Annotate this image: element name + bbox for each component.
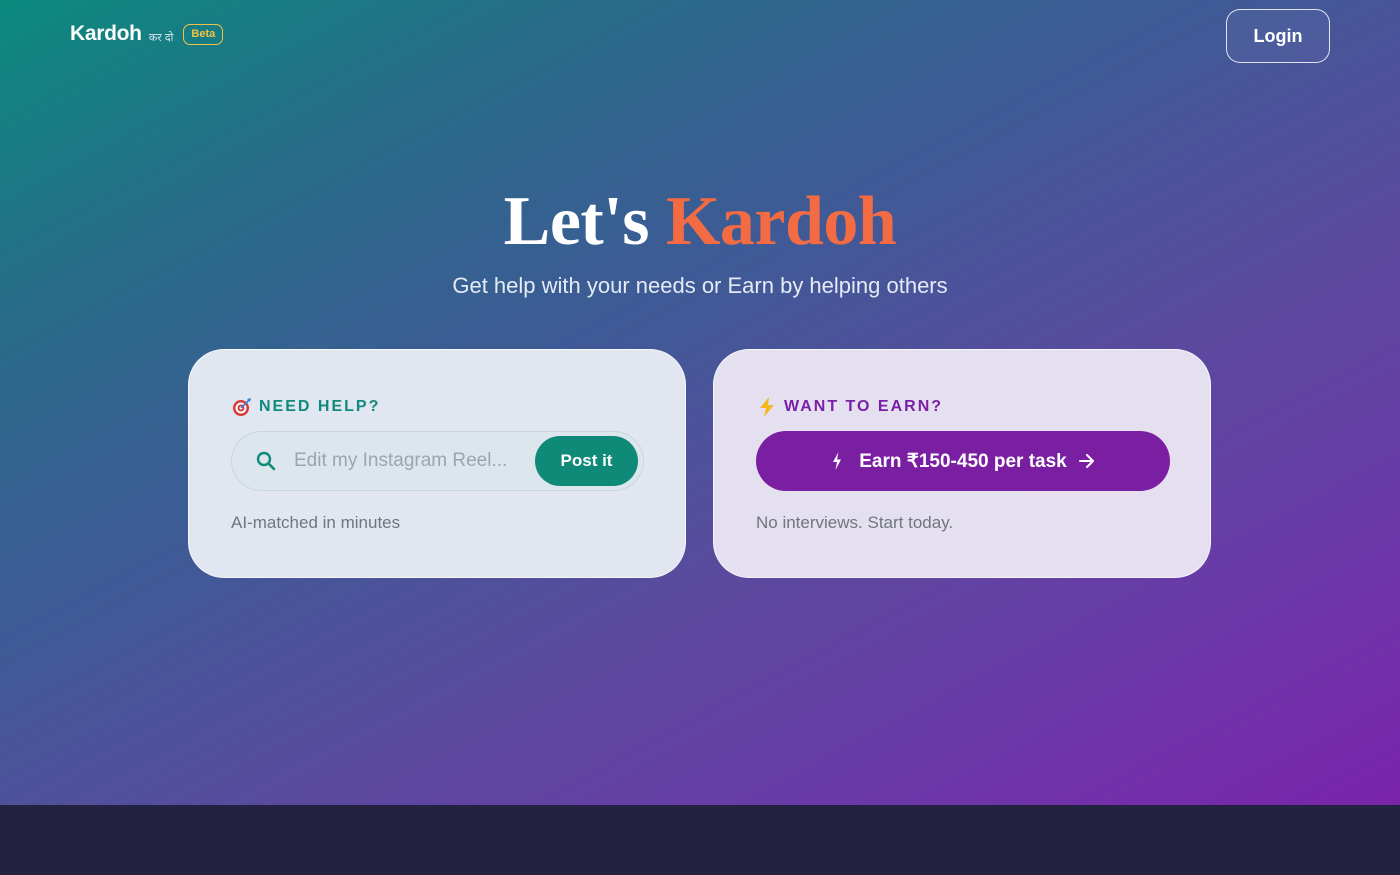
arrow-right-icon xyxy=(1077,451,1097,471)
want-to-earn-label: WANT TO EARN? xyxy=(784,398,944,415)
need-help-heading: NEED HELP? xyxy=(231,396,380,418)
hero-section: Kardoh कर दो Beta Login Let's Kardoh Get… xyxy=(0,0,1400,805)
page-title: Let's Kardoh xyxy=(0,182,1400,262)
earn-per-task-button[interactable]: Earn ₹150-450 per task xyxy=(756,431,1170,491)
brand-logo[interactable]: Kardoh कर दो Beta xyxy=(70,22,224,46)
post-it-button[interactable]: Post it xyxy=(535,436,638,486)
brand-name: Kardoh xyxy=(70,22,142,45)
lightning-icon xyxy=(756,396,778,418)
bolt-icon xyxy=(829,451,845,471)
need-help-label: NEED HELP? xyxy=(259,398,381,415)
brand-tagline: कर दो xyxy=(148,31,174,44)
login-button[interactable]: Login xyxy=(1226,9,1330,63)
target-icon xyxy=(231,396,253,418)
want-to-earn-card: WANT TO EARN? Earn ₹150-450 per task No … xyxy=(713,349,1211,578)
want-to-earn-note: No interviews. Start today. xyxy=(756,513,954,532)
want-to-earn-heading: WANT TO EARN? xyxy=(756,396,943,418)
task-search-bar: Post it xyxy=(231,431,644,491)
page-subtitle: Get help with your needs or Earn by help… xyxy=(452,273,948,298)
search-icon xyxy=(254,449,278,473)
footer-band xyxy=(0,805,1400,875)
task-input[interactable] xyxy=(294,445,534,477)
earn-button-label: Earn ₹150-450 per task xyxy=(859,450,1067,472)
title-main: Let's xyxy=(503,183,650,260)
beta-badge: Beta xyxy=(183,23,224,45)
title-accent: Kardoh xyxy=(665,183,897,260)
need-help-note: AI-matched in minutes xyxy=(231,513,401,532)
need-help-card: NEED HELP? Post it AI-matched in minutes xyxy=(188,349,686,578)
